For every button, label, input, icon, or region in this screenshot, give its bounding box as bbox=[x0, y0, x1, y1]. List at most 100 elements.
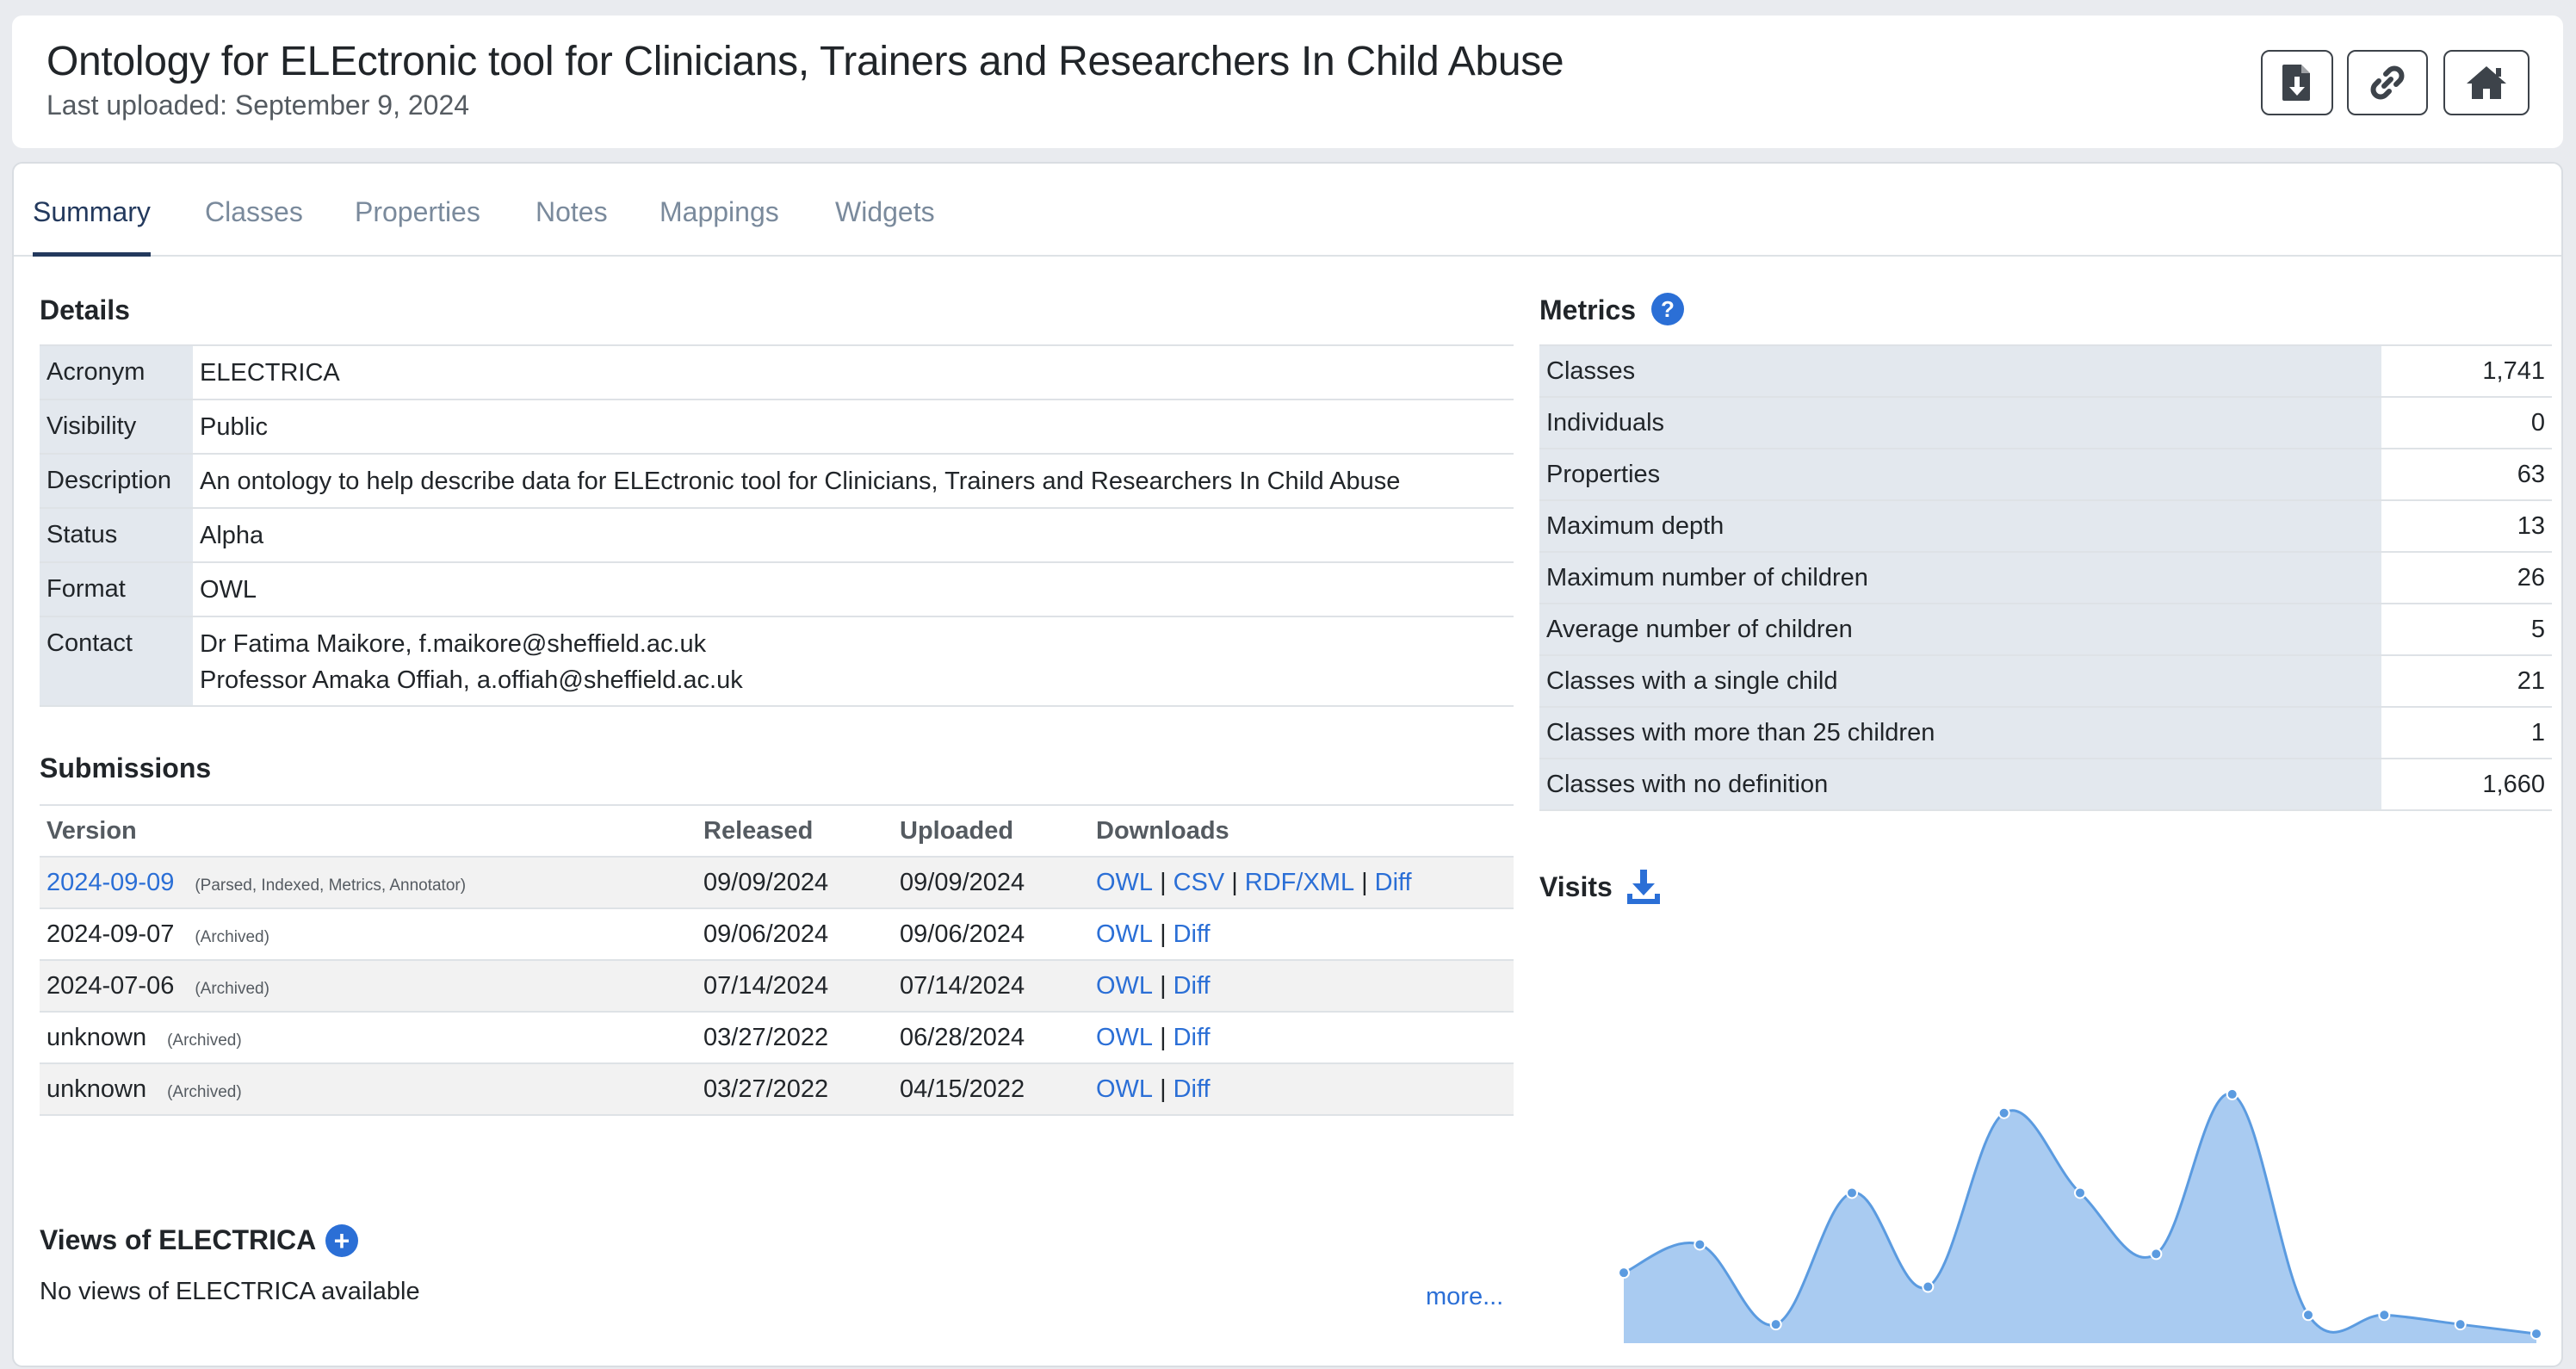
details-label: Status bbox=[40, 507, 193, 562]
tab-bar: Summary Classes Properties Notes Mapping… bbox=[14, 164, 2561, 257]
diff-link[interactable]: Diff bbox=[1173, 1024, 1211, 1051]
file-download-icon bbox=[2282, 65, 2310, 101]
diff-link[interactable]: Diff bbox=[1375, 869, 1412, 896]
download-rdfxml-link[interactable]: RDF/XML bbox=[1245, 869, 1354, 896]
tab-mappings[interactable]: Mappings bbox=[659, 196, 779, 252]
column-header: Released bbox=[697, 804, 893, 857]
submissions-table: Version Released Uploaded Downloads 2024… bbox=[40, 804, 1514, 1116]
data-point[interactable] bbox=[1922, 1280, 1935, 1293]
diff-link[interactable]: Diff bbox=[1173, 920, 1211, 948]
help-icon[interactable]: ? bbox=[1651, 293, 1684, 325]
table-row: 2024-09-09 (Parsed, Indexed, Metrics, Ann… bbox=[40, 856, 1514, 908]
metric-value: 1,741 bbox=[2381, 344, 2552, 397]
metric-label: Classes with more than 25 children bbox=[1539, 706, 2381, 759]
version-text: unknown bbox=[46, 1023, 147, 1051]
download-owl-link[interactable]: OWL bbox=[1096, 1075, 1153, 1103]
download-csv-link[interactable]: CSV bbox=[1173, 869, 1225, 896]
details-row: Contact Dr Fatima Maikore, f.maikore@she… bbox=[40, 616, 1514, 707]
table-row: unknown (Archived) 03/27/2022 04/15/2022 … bbox=[40, 1062, 1514, 1116]
table-row: 2024-07-06 (Archived) 07/14/2024 07/14/20… bbox=[40, 959, 1514, 1012]
more-submissions-link[interactable]: more... bbox=[1426, 1283, 1503, 1311]
metrics-heading: Metrics bbox=[1539, 294, 1637, 325]
data-point[interactable] bbox=[2378, 1309, 2391, 1322]
link-icon bbox=[2370, 65, 2405, 100]
metric-label: Classes with a single child bbox=[1539, 654, 2381, 707]
download-visits-icon[interactable] bbox=[1625, 868, 1662, 906]
metric-label: Maximum depth bbox=[1539, 499, 2381, 552]
data-point[interactable] bbox=[1846, 1186, 1858, 1199]
released-date: 09/09/2024 bbox=[697, 856, 893, 908]
tab-widgets[interactable]: Widgets bbox=[835, 196, 935, 252]
version-text: unknown bbox=[46, 1075, 147, 1103]
tab-classes[interactable]: Classes bbox=[205, 196, 303, 252]
details-value: Alpha bbox=[193, 507, 1514, 562]
status-note: (Archived) bbox=[195, 979, 269, 998]
download-owl-link[interactable]: OWL bbox=[1096, 1024, 1153, 1051]
uploaded-date: 07/14/2024 bbox=[893, 959, 1089, 1012]
version-text: 2024-07-06 bbox=[46, 971, 175, 1000]
submissions-heading: Submissions bbox=[40, 753, 212, 784]
tab-notes[interactable]: Notes bbox=[536, 196, 608, 252]
copy-link-button[interactable] bbox=[2347, 50, 2428, 115]
metric-value: 63 bbox=[2381, 448, 2552, 500]
details-label: Visibility bbox=[40, 399, 193, 454]
data-point[interactable] bbox=[2454, 1318, 2467, 1331]
details-row: Description An ontology to help describe… bbox=[40, 453, 1514, 508]
data-point[interactable] bbox=[1769, 1318, 1782, 1331]
last-uploaded: Last uploaded: September 9, 2024 bbox=[46, 90, 470, 121]
tab-properties[interactable]: Properties bbox=[355, 196, 480, 252]
status-note: (Archived) bbox=[167, 1082, 242, 1101]
data-point[interactable] bbox=[2226, 1087, 2239, 1100]
page-title: Ontology for ELEctronic tool for Clinici… bbox=[46, 39, 1564, 84]
contact-item: Dr Fatima Maikore, f.maikore@sheffield.a… bbox=[200, 630, 707, 658]
metric-label: Maximum number of children bbox=[1539, 551, 2381, 604]
table-row: unknown (Archived) 03/27/2022 06/28/2024 … bbox=[40, 1011, 1514, 1063]
details-row: Acronym ELECTRICA bbox=[40, 344, 1514, 400]
metric-label: Classes bbox=[1539, 344, 2381, 397]
data-point[interactable] bbox=[2150, 1248, 2163, 1261]
diff-link[interactable]: Diff bbox=[1173, 972, 1211, 1000]
add-view-icon[interactable]: + bbox=[325, 1224, 358, 1257]
download-owl-link[interactable]: OWL bbox=[1096, 869, 1153, 896]
contact-list: Dr Fatima Maikore, f.maikore@sheffield.a… bbox=[193, 616, 1514, 707]
released-date: 03/27/2022 bbox=[697, 1011, 893, 1063]
download-owl-link[interactable]: OWL bbox=[1096, 920, 1153, 948]
metrics-row: Maximum depth 13 bbox=[1539, 499, 2552, 552]
status-note: (Archived) bbox=[195, 927, 269, 946]
visits-chart bbox=[1618, 1087, 2542, 1343]
tab-summary[interactable]: Summary bbox=[33, 196, 151, 257]
details-label: Contact bbox=[40, 616, 193, 707]
data-point[interactable] bbox=[1997, 1106, 2010, 1119]
data-point[interactable] bbox=[1694, 1238, 1706, 1251]
details-label: Description bbox=[40, 453, 193, 508]
no-views-message: No views of ELECTRICA available bbox=[40, 1278, 420, 1305]
metric-label: Average number of children bbox=[1539, 603, 2381, 655]
details-label: Acronym bbox=[40, 344, 193, 400]
data-point[interactable] bbox=[2074, 1186, 2086, 1199]
data-point[interactable] bbox=[2302, 1309, 2314, 1322]
download-owl-link[interactable]: OWL bbox=[1096, 972, 1153, 1000]
metrics-table: Classes 1,741 Individuals 0 Properties 63 M… bbox=[1539, 344, 2552, 811]
data-point[interactable] bbox=[1618, 1267, 1630, 1279]
home-button[interactable] bbox=[2443, 50, 2530, 115]
metric-value: 5 bbox=[2381, 603, 2552, 655]
diff-link[interactable]: Diff bbox=[1173, 1075, 1211, 1103]
metrics-row: Maximum number of children 26 bbox=[1539, 551, 2552, 604]
metrics-row: Properties 63 bbox=[1539, 448, 2552, 500]
views-heading: Views of ELECTRICA bbox=[40, 1224, 317, 1255]
data-point[interactable] bbox=[2530, 1328, 2542, 1341]
metric-label: Classes with no definition bbox=[1539, 758, 2381, 811]
metrics-row: Individuals 0 bbox=[1539, 396, 2552, 449]
visits-heading: Visits bbox=[1539, 871, 1613, 902]
released-date: 03/27/2022 bbox=[697, 1062, 893, 1116]
released-date: 09/06/2024 bbox=[697, 908, 893, 960]
metrics-row: Classes with a single child 21 bbox=[1539, 654, 2552, 707]
metric-value: 21 bbox=[2381, 654, 2552, 707]
visits-area bbox=[1624, 1093, 2536, 1343]
download-button[interactable] bbox=[2261, 50, 2333, 115]
version-link[interactable]: 2024-09-09 bbox=[46, 869, 174, 896]
released-date: 07/14/2024 bbox=[697, 959, 893, 1012]
contact-item: Professor Amaka Offiah, a.offiah@sheffie… bbox=[200, 666, 743, 694]
metric-value: 13 bbox=[2381, 499, 2552, 552]
details-value: Public bbox=[193, 399, 1514, 454]
